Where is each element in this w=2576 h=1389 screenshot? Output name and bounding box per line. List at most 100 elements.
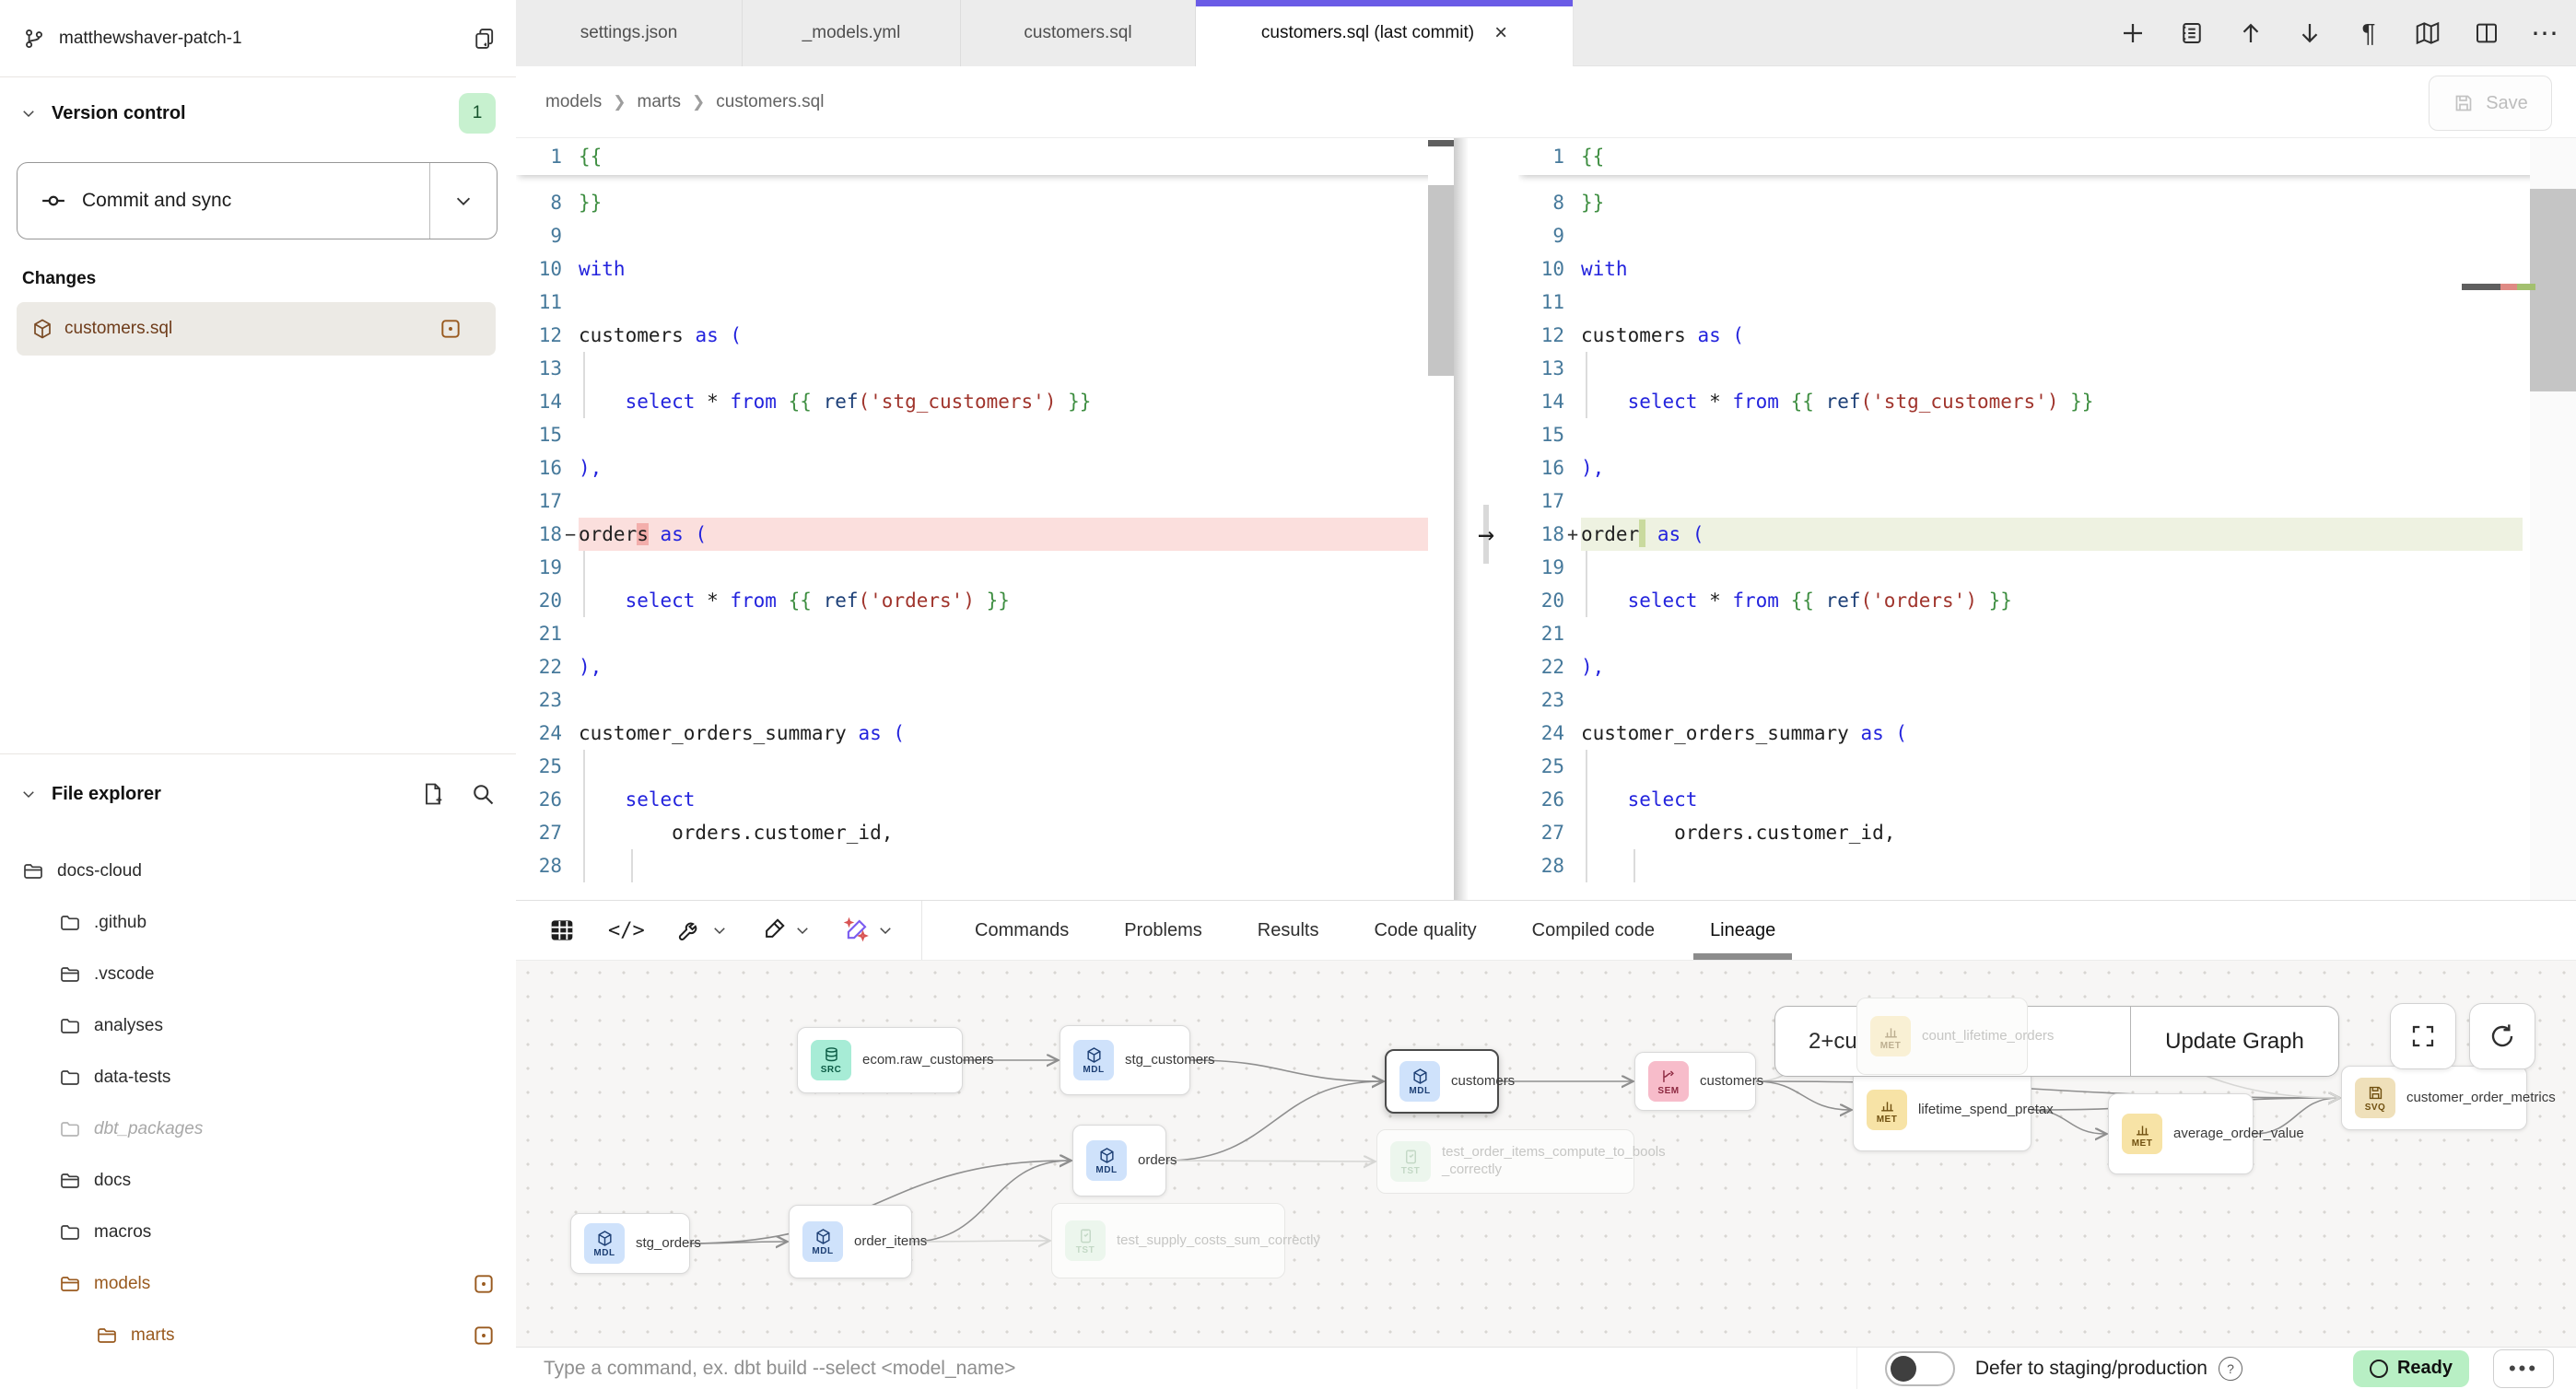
panel-tab-problems[interactable]: Problems [1096, 901, 1229, 960]
apply-change-arrow-button[interactable]: → [1467, 518, 1505, 551]
code-content [1581, 484, 2523, 518]
command-input[interactable]: Type a command, ex. dbt build --select <… [544, 1358, 1856, 1380]
defer-label: Defer to staging/production [1975, 1358, 2207, 1380]
diff-pane-current[interactable]: 8}}910with1112customers as (1314 select … [1518, 138, 2576, 900]
lineage-node-orders[interactable]: MDLorders [1072, 1125, 1166, 1196]
lineage-node-customer_order_metrics[interactable]: SVQcustomer_order_metrics [2341, 1066, 2527, 1130]
panel-tab-commands[interactable]: Commands [947, 901, 1096, 960]
tab--models-yml[interactable]: _models.yml [743, 0, 961, 66]
commit-options-dropdown[interactable] [429, 163, 497, 239]
node-type-label: MET [1880, 1041, 1902, 1051]
defer-toggle[interactable] [1885, 1351, 1955, 1386]
plus-icon[interactable] [2117, 18, 2149, 49]
tree-item-models[interactable]: models [0, 1258, 516, 1310]
tab-customers-sql[interactable]: customers.sql [961, 0, 1196, 66]
status-badge: Ready [2353, 1350, 2469, 1387]
right-pane-scrollbar[interactable] [2530, 138, 2576, 900]
lineage-node-count_lifetime_orders[interactable]: METcount_lifetime_orders [1856, 998, 2028, 1075]
help-icon[interactable]: ? [2219, 1357, 2242, 1381]
tree-item-marts[interactable]: marts [0, 1310, 516, 1361]
code-line-8: 8}} [1518, 186, 2576, 219]
copy-icon[interactable] [472, 26, 498, 52]
indent-guide [1586, 750, 1587, 783]
copilot-icon[interactable] [842, 916, 894, 944]
statusbar-divider [1856, 1348, 1857, 1389]
left-scrollbar-thumb[interactable] [1428, 185, 1454, 376]
panel-tab-compiled-code[interactable]: Compiled code [1505, 901, 1682, 960]
version-control-section-header[interactable]: Version control 1 [0, 88, 516, 138]
tree-item--github[interactable]: .github [0, 897, 516, 949]
results-table-icon[interactable] [547, 916, 577, 945]
tab-settings-json[interactable]: settings.json [516, 0, 743, 66]
pilcrow-icon[interactable]: ¶ [2353, 18, 2384, 49]
tree-item--vscode[interactable]: .vscode [0, 949, 516, 1000]
code-line-16: 16), [1518, 451, 2576, 484]
diff-pane-previous[interactable]: 8}}910with1112customers as (1314 select … [516, 138, 1454, 900]
tree-item-docs-cloud[interactable]: docs-cloud [0, 846, 516, 897]
line-number: 27 [1518, 822, 1564, 844]
right-scrollbar-thumb[interactable] [2530, 189, 2576, 391]
panel-tab-lineage[interactable]: Lineage [1682, 901, 1803, 960]
left-pane-scrollbar[interactable] [1428, 138, 1454, 900]
code-line-28: 28 [516, 849, 1454, 882]
changed-file-customers-sql[interactable]: customers.sql [17, 302, 496, 356]
status-circle-icon [2370, 1360, 2388, 1378]
tab-customers-sql-last-commit-[interactable]: customers.sql (last commit)× [1196, 0, 1574, 66]
code-content [579, 352, 1428, 385]
breadcrumb-item[interactable]: marts [638, 92, 682, 112]
lineage-node-customers_mdl[interactable]: MDLcustomers [1385, 1049, 1499, 1114]
breadcrumb-item[interactable]: customers.sql [716, 92, 824, 112]
update-graph-button[interactable]: Update Graph [2130, 1007, 2338, 1076]
lineage-node-average_order_value[interactable]: METaverage_order_value [2108, 1093, 2254, 1174]
fullscreen-button[interactable] [2390, 1003, 2456, 1069]
format-icon[interactable] [759, 916, 811, 944]
new-file-icon[interactable] [420, 781, 446, 807]
tree-item-data-tests[interactable]: data-tests [0, 1052, 516, 1103]
line-number: 15 [1518, 424, 1564, 446]
save-button[interactable]: Save [2429, 76, 2552, 131]
code-view-icon[interactable]: </> [608, 919, 645, 942]
lineage-node-order_items[interactable]: MDLorder_items [789, 1205, 912, 1278]
split-view-icon[interactable] [2471, 18, 2502, 49]
tree-item-dbt-packages[interactable]: dbt_packages [0, 1103, 516, 1155]
lineage-node-test_order_items[interactable]: TSTtest_order_items_compute_to_bools _co… [1376, 1129, 1634, 1194]
more-options-button[interactable]: ••• [2493, 1349, 2554, 1388]
close-icon[interactable]: × [1494, 22, 1507, 44]
search-icon[interactable] [470, 781, 496, 807]
arrow-down-icon[interactable] [2294, 18, 2325, 49]
panel-tab-results[interactable]: Results [1230, 901, 1347, 960]
code-line-9: 9 [516, 219, 1454, 252]
tree-item-label: dbt_packages [94, 1119, 203, 1139]
node-cube-icon [1098, 1147, 1116, 1164]
lineage-canvas[interactable]: 2+customers+2 Update Graph SRCecom.raw_c… [516, 961, 2576, 1348]
line-number: 23 [1518, 689, 1564, 711]
line-number: 11 [1518, 291, 1564, 313]
tree-item-macros[interactable]: macros [0, 1207, 516, 1258]
line-number: 26 [1518, 788, 1564, 811]
sidebar: matthewshaver-patch-1 Version control 1 … [0, 0, 517, 1389]
tree-item-analyses[interactable]: analyses [0, 1000, 516, 1052]
node-type-label: SVQ [2365, 1103, 2386, 1113]
panel-tab-code-quality[interactable]: Code quality [1346, 901, 1504, 960]
tree-item-docs[interactable]: docs [0, 1155, 516, 1207]
lineage-node-lifetime_spend_pretax[interactable]: METlifetime_spend_pretax [1853, 1068, 2032, 1151]
map-icon[interactable] [2412, 18, 2443, 49]
build-tools-icon[interactable] [676, 916, 728, 944]
arrow-up-icon[interactable] [2235, 18, 2266, 49]
breadcrumb-item[interactable]: models [545, 92, 602, 112]
lineage-node-test_supply[interactable]: TSTtest_supply_costs_sum_correctly [1051, 1203, 1285, 1278]
lineage-node-ecom_raw_customers[interactable]: SRCecom.raw_customers [797, 1027, 963, 1093]
overflow-menu-icon[interactable]: ⋯ [2530, 18, 2561, 49]
refresh-graph-button[interactable] [2469, 1003, 2535, 1069]
outline-icon[interactable] [2176, 18, 2207, 49]
folder-icon [59, 1221, 81, 1243]
line-number: 21 [516, 623, 562, 645]
lineage-node-stg_orders[interactable]: MDLstg_orders [570, 1213, 690, 1274]
lineage-node-customers_sem[interactable]: SEMcustomers [1634, 1052, 1756, 1111]
lineage-node-stg_customers[interactable]: MDLstg_customers [1060, 1025, 1190, 1095]
file-explorer-section-header[interactable]: File explorer [0, 766, 516, 822]
commit-and-sync-button[interactable]: Commit and sync [17, 162, 498, 239]
line-number: 17 [516, 490, 562, 512]
branch-selector[interactable]: matthewshaver-patch-1 [0, 0, 516, 77]
node-label: order_items [854, 1233, 927, 1251]
